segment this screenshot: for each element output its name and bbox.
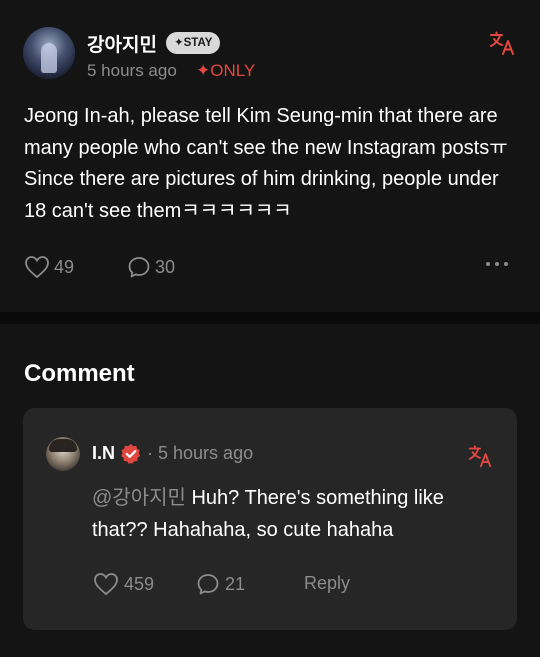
commenter-avatar[interactable] bbox=[46, 437, 80, 471]
heart-icon[interactable] bbox=[93, 572, 119, 596]
comment-time: · 5 hours ago bbox=[147, 443, 253, 464]
section-divider bbox=[0, 312, 540, 324]
translate-icon[interactable] bbox=[467, 443, 493, 469]
comment-reply-count: 21 bbox=[225, 573, 246, 594]
comment-body: @강아지민 Huh? There's something like that??… bbox=[92, 483, 492, 546]
comment-reply-stat[interactable]: 21 bbox=[196, 572, 245, 596]
comment-card: I.N · 5 hours ago @강아지민 Huh? There's som… bbox=[23, 408, 517, 630]
mention-link[interactable]: @강아지민 bbox=[92, 487, 186, 509]
comment-like-count: 459 bbox=[124, 573, 155, 594]
commenter-name[interactable]: I.N bbox=[92, 443, 115, 464]
heart-icon[interactable] bbox=[24, 255, 50, 279]
verified-icon bbox=[121, 444, 141, 464]
like-count: 49 bbox=[54, 256, 75, 277]
post-time: 5 hours ago bbox=[87, 61, 177, 80]
username[interactable]: 강아지민 bbox=[87, 30, 157, 57]
stay-badge: ✦STAY bbox=[166, 32, 221, 54]
user-avatar[interactable] bbox=[23, 27, 75, 79]
dot-separator: · bbox=[147, 443, 153, 463]
only-label: ✦ONLY bbox=[196, 61, 256, 80]
more-icon[interactable] bbox=[486, 262, 508, 266]
comment-count: 30 bbox=[155, 256, 176, 277]
comment-time-text: 5 hours ago bbox=[158, 443, 254, 463]
like-stat[interactable]: 49 bbox=[24, 255, 74, 279]
post-body: Jeong In-ah, please tell Kim Seung-min t… bbox=[24, 105, 508, 222]
reply-button[interactable]: Reply bbox=[304, 573, 350, 594]
comment-icon[interactable] bbox=[127, 255, 151, 279]
comment-heading: Comment bbox=[24, 360, 135, 387]
comment-stat[interactable]: 30 bbox=[127, 255, 175, 279]
post: 강아지민 ✦STAY 5 hours ago ✦ONLY Jeong In-ah… bbox=[0, 0, 540, 312]
comment-icon[interactable] bbox=[196, 572, 220, 596]
comment-like-stat[interactable]: 459 bbox=[93, 572, 154, 596]
translate-icon[interactable] bbox=[488, 29, 516, 57]
